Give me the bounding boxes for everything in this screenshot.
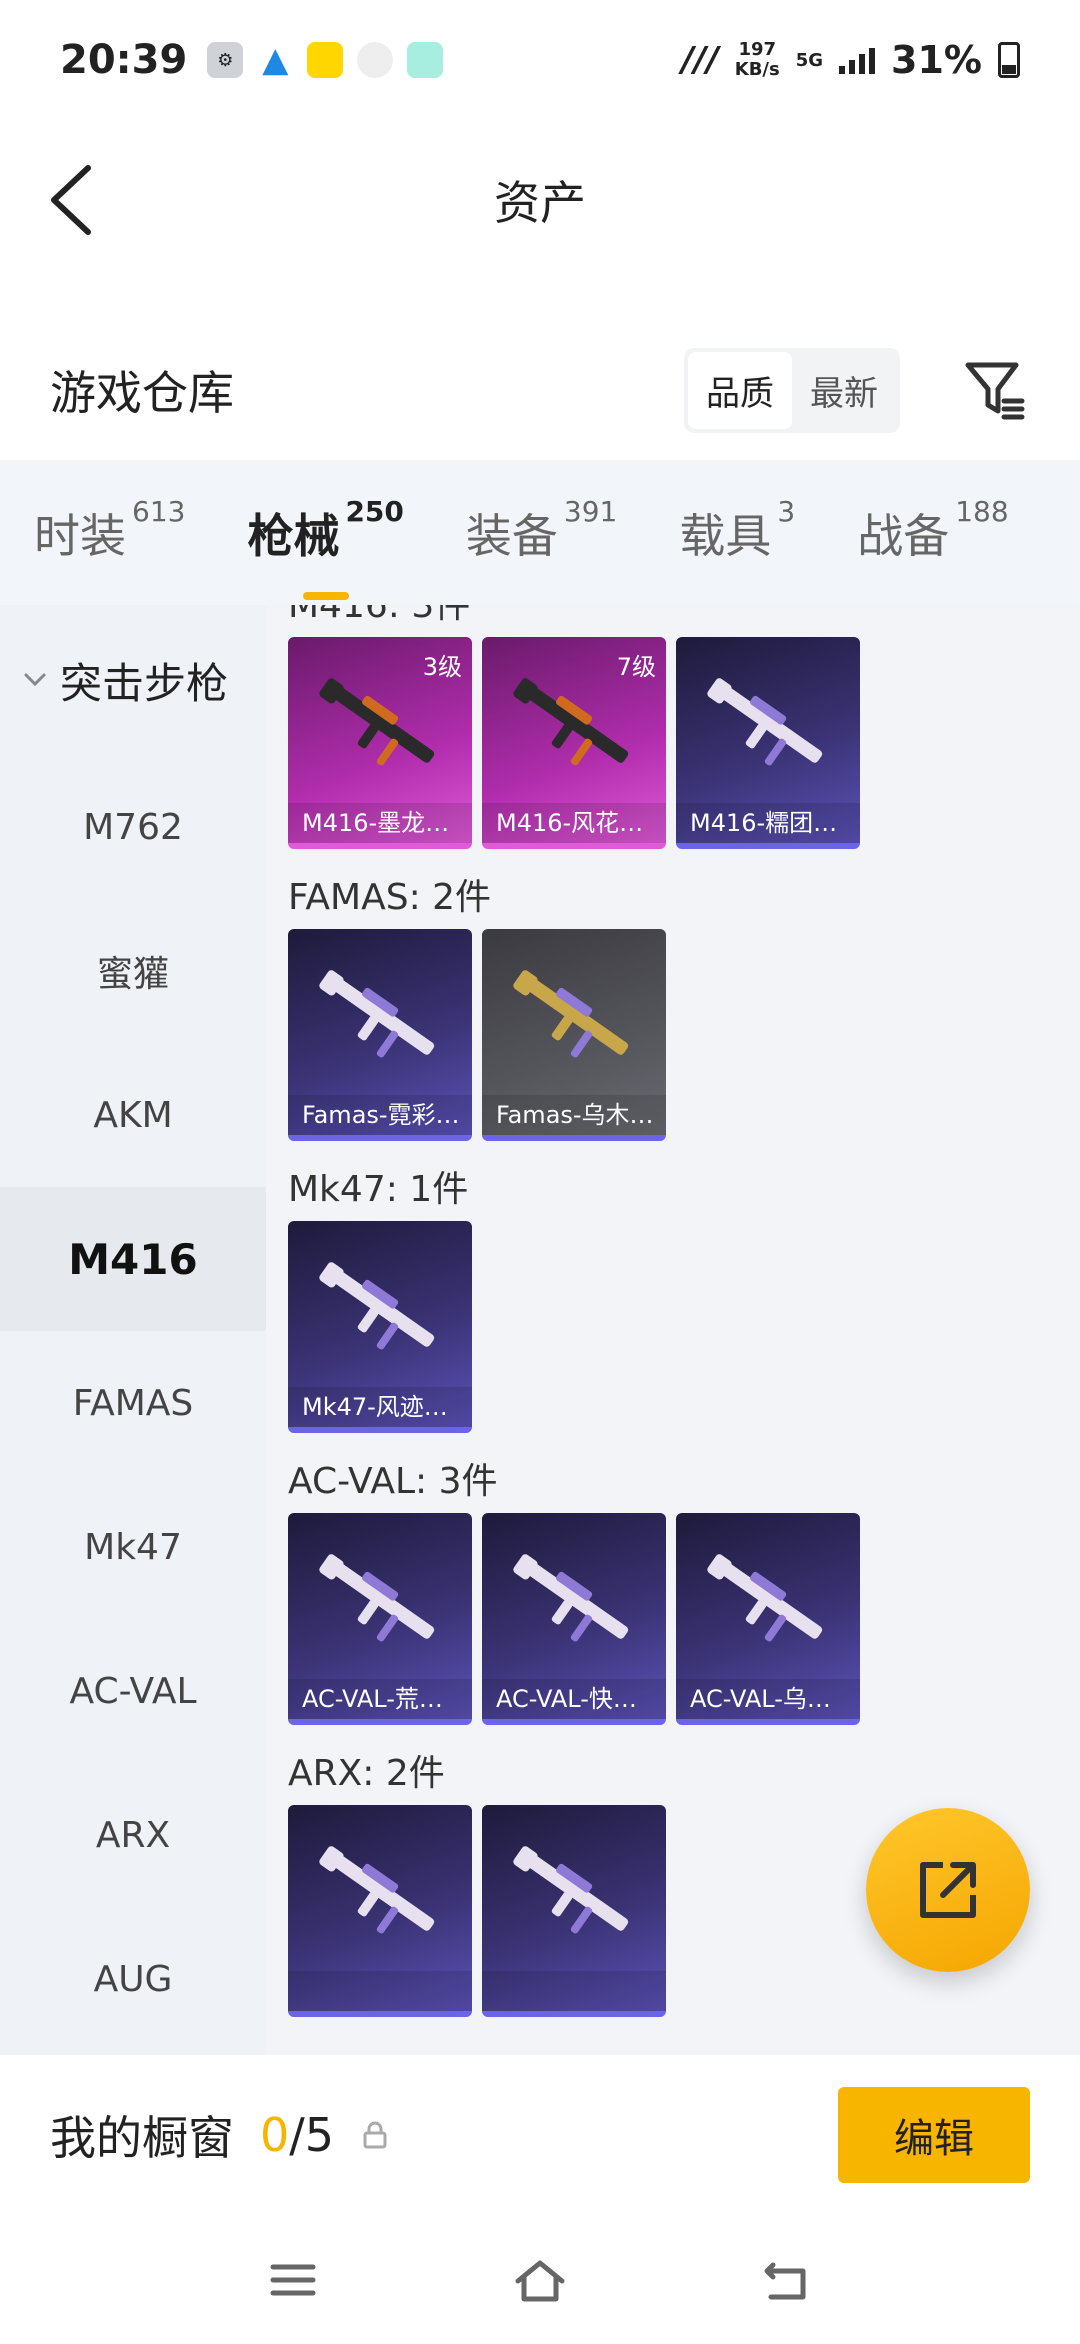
weapon-name: Famas-霓彩… [288, 1095, 472, 1135]
sidebar-item-akm[interactable]: AKM [0, 1043, 266, 1187]
weapon-skin-icon [319, 1554, 435, 1642]
sidebar-item-arx[interactable]: ARX [0, 1763, 266, 1907]
sidebar-item-aug[interactable]: AUG [0, 1907, 266, 2051]
weapon-skin-icon [319, 970, 435, 1058]
signal-icon [839, 46, 876, 74]
net-speed: 197 KB/s [734, 39, 780, 80]
category-tabs: 时装 613 枪械 250 装备 391 载具 3 战备 188 [0, 460, 1080, 605]
weapon-card[interactable]: 3级 M416-墨龙… [288, 637, 472, 849]
filter-icon[interactable] [960, 355, 1030, 425]
status-bar: 20:39 ⚙ ▲ /// 197 KB/s 5G 31% [0, 0, 1080, 120]
weapon-name: AC-VAL-乌… [676, 1679, 860, 1719]
weapon-skin-icon [513, 1554, 629, 1642]
tab-vehicles[interactable]: 载具 3 [679, 495, 795, 566]
sort-newest-button[interactable]: 最新 [792, 352, 896, 429]
chevron-down-icon [24, 673, 46, 687]
weapon-skin-icon [707, 678, 823, 766]
weapon-skin-icon [513, 970, 629, 1058]
app-notification-icon [307, 42, 344, 78]
menu-icon[interactable] [263, 2255, 323, 2305]
showcase-label: 我的橱窗 [50, 2111, 234, 2165]
weapon-card-row: Famas-霓彩… Famas-乌木… [288, 929, 1058, 1141]
weapon-card[interactable]: Famas-乌木… [482, 929, 666, 1141]
weapon-card[interactable] [288, 1805, 472, 2017]
message-icon [407, 42, 444, 78]
weapon-card[interactable]: AC-VAL-荒… [288, 1513, 472, 1725]
weapon-card[interactable]: Famas-霓彩… [288, 929, 472, 1141]
weapon-card[interactable]: Mk47-风迹… [288, 1221, 472, 1433]
system-nav-bar [0, 2215, 1080, 2344]
sidebar-item-mk47[interactable]: Mk47 [0, 1475, 266, 1619]
weapon-card-row: 3级 M416-墨龙… 7级 M416-风花… M416-糯团… [288, 637, 1058, 849]
group-title: AC-VAL: 3件 [288, 1461, 498, 1502]
sidebar-item-ac-val[interactable]: AC-VAL [0, 1619, 266, 1763]
edit-button[interactable]: 编辑 [838, 2087, 1030, 2183]
weapon-skin-icon [513, 1846, 629, 1934]
weapon-skin-icon [513, 678, 629, 766]
showcase-count: 0/5 [260, 2108, 335, 2162]
weapon-card[interactable] [482, 1805, 666, 2017]
settings-icon: ⚙ [207, 42, 244, 78]
return-icon[interactable] [757, 2255, 817, 2305]
weapon-card-row: Mk47-风迹… [288, 1221, 1058, 1433]
battery-percent: 31% [891, 38, 982, 82]
avatar-icon [357, 42, 394, 78]
weapon-name [288, 1971, 472, 2011]
home-icon[interactable] [510, 2255, 570, 2305]
status-time: 20:39 [60, 37, 188, 83]
warehouse-title: 游戏仓库 [50, 366, 234, 420]
network-type: 5G [795, 49, 824, 71]
sidebar-category-assault-rifle[interactable]: 突击步枪 [0, 605, 266, 755]
sidebar-item-m762[interactable]: M762 [0, 755, 266, 899]
weapon-name: M416-风花… [482, 803, 666, 843]
group-title: M416: 3件 [288, 605, 471, 626]
tab-guns[interactable]: 枪械 250 [247, 495, 404, 600]
notification-icons: ⚙ ▲ [207, 40, 444, 80]
group-title: ARX: 2件 [288, 1753, 445, 1794]
level-badge: 7级 [616, 653, 656, 681]
weapon-name: Famas-乌木… [482, 1095, 666, 1135]
sidebar-item-honey-badger[interactable]: 蜜獾 [0, 899, 266, 1043]
tab-equipment[interactable]: 装备 391 [466, 495, 617, 566]
sidebar-item-famas[interactable]: FAMAS [0, 1331, 266, 1475]
warehouse-bar: 游戏仓库 品质 最新 [0, 330, 1080, 450]
back-icon[interactable] [40, 160, 110, 240]
lock-icon [363, 2121, 387, 2149]
weapon-card[interactable]: 7级 M416-风花… [482, 637, 666, 849]
group-title: FAMAS: 2件 [288, 877, 492, 918]
weapon-name [482, 1971, 666, 2011]
weapon-name: AC-VAL-快… [482, 1679, 666, 1719]
page-title: 资产 [494, 176, 586, 230]
sidebar-item-m416[interactable]: M416 [0, 1187, 266, 1331]
sort-toggle: 品质 最新 [684, 347, 900, 433]
showcase-panel: 我的橱窗 0/5 编辑 [0, 2055, 1080, 2215]
weapon-skin-icon [319, 678, 435, 766]
level-badge: 3级 [422, 653, 462, 681]
group-title: Mk47: 1件 [288, 1169, 469, 1210]
weapon-card[interactable]: AC-VAL-乌… [676, 1513, 860, 1725]
battery-icon [998, 42, 1020, 78]
warning-icon: ▲ [262, 40, 289, 80]
tab-fashion[interactable]: 时装 613 [34, 495, 185, 566]
weapon-card-row: AC-VAL-荒… AC-VAL-快… AC-VAL-乌… [288, 1513, 1058, 1725]
share-icon [920, 1862, 976, 1918]
weapon-name: M416-墨龙… [288, 803, 472, 843]
weapon-skin-icon [319, 1846, 435, 1934]
weapon-card[interactable]: AC-VAL-快… [482, 1513, 666, 1725]
tab-supplies[interactable]: 战备 188 [857, 495, 1008, 566]
weapon-name: AC-VAL-荒… [288, 1679, 472, 1719]
page-header: 资产 [0, 120, 1080, 280]
weapon-name: M416-糯团… [676, 803, 860, 843]
share-button[interactable] [866, 1808, 1030, 1972]
nfc-icon: /// [681, 40, 719, 80]
weapon-skin-icon [707, 1554, 823, 1642]
weapon-name: Mk47-风迹… [288, 1387, 472, 1427]
weapon-skin-icon [319, 1262, 435, 1350]
weapon-sidebar: 突击步枪 M762 蜜獾 AKM M416 FAMAS Mk47 AC-VAL … [0, 605, 266, 2055]
weapon-card[interactable]: M416-糯团… [676, 637, 860, 849]
sort-quality-button[interactable]: 品质 [688, 351, 792, 429]
